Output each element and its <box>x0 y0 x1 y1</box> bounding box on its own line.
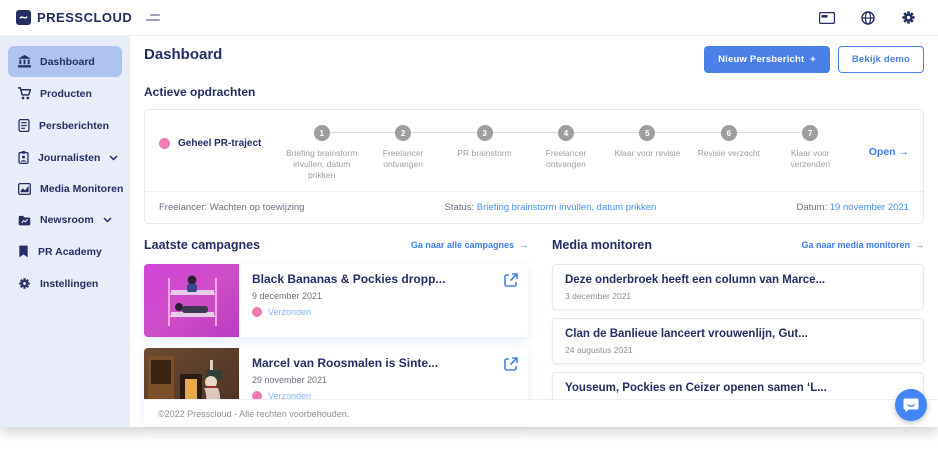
status-dot <box>252 307 262 317</box>
footer: ©2022 Presscloud - Alle rechten voorbeho… <box>144 399 938 427</box>
assignment-status: Status: Briefing brainstorm invullen, da… <box>304 202 796 213</box>
section-title-active-assignments: Actieve opdrachten <box>144 85 924 99</box>
step-7: 7 Klaar voor verzenden <box>770 124 851 181</box>
chat-launcher-button[interactable] <box>895 389 927 421</box>
menu-toggle-icon[interactable] <box>146 14 160 21</box>
top-navbar: PRESSCLOUD <box>0 0 938 36</box>
chevron-down-icon <box>103 217 112 223</box>
sidebar-item-producten[interactable]: Producten <box>8 78 122 109</box>
step-circle: 2 <box>395 125 411 141</box>
campaign-date: 29 november 2021 <box>252 375 518 385</box>
sidebar-item-label: Dashboard <box>40 56 95 68</box>
campaign-thumbnail <box>144 264 239 337</box>
bookmark-icon <box>18 245 29 258</box>
media-item-date: 24 augustus 2021 <box>565 345 911 355</box>
settings-gear-icon[interactable] <box>901 10 916 25</box>
project-label-group: Geheel PR-traject <box>159 138 281 149</box>
media-item-date: 3 december 2021 <box>565 291 911 301</box>
sidebar-item-label: PR Academy <box>38 246 102 258</box>
assignment-date: Datum: 19 november 2021 <box>797 202 910 213</box>
arrow-right-icon: → <box>899 146 910 158</box>
bank-icon <box>18 55 31 68</box>
status-value[interactable]: Briefing brainstorm invullen, datum prik… <box>477 202 657 213</box>
media-monitor-link[interactable]: Ga naar media monitoren → <box>801 240 924 250</box>
billing-card-icon[interactable] <box>819 12 835 24</box>
globe-icon[interactable] <box>861 11 875 25</box>
sidebar-item-label: Journalisten <box>38 152 100 164</box>
sidebar-item-label: Newsroom <box>40 214 94 226</box>
view-demo-button[interactable]: Bekijk demo <box>838 46 924 73</box>
media-item[interactable]: Deze onderbroek heeft een column van Mar… <box>552 264 924 310</box>
app-window: PRESSCLOUD Dashboard Producten <box>0 0 938 427</box>
campaign-title: Black Bananas & Pockies dropp... <box>252 272 518 286</box>
copyright-text: ©2022 Presscloud - Alle rechten voorbeho… <box>158 409 349 419</box>
sidebar: Dashboard Producten Journalisten Persber… <box>0 36 130 427</box>
open-assignment-link[interactable]: Open → <box>851 146 909 158</box>
campaign-status: Verzonden <box>268 307 311 317</box>
main-content: Dashboard Nieuw Persbericht + Bekijk dem… <box>130 36 938 427</box>
step-circle: 3 <box>477 125 493 141</box>
plus-icon: + <box>810 54 816 65</box>
date-value: 19 november 2021 <box>830 202 909 213</box>
sidebar-item-dashboard[interactable]: Dashboard <box>8 46 122 77</box>
media-item-title: Deze onderbroek heeft een column van Mar… <box>565 274 911 286</box>
arrow-right-icon: → <box>915 240 924 250</box>
brand-name: PRESSCLOUD <box>37 10 132 25</box>
active-assignment-card: Geheel PR-traject 1 Briefing brainstorm … <box>144 109 924 224</box>
presscloud-logo-icon <box>16 10 31 25</box>
sidebar-item-newsroom[interactable]: Newsroom <box>8 205 122 235</box>
gear-icon <box>18 277 31 290</box>
media-item-title: Clan de Banlieue lanceert vrouwenlijn, G… <box>565 328 911 340</box>
arrow-right-icon: → <box>519 240 528 250</box>
media-item[interactable]: Clan de Banlieue lanceert vrouwenlijn, G… <box>552 318 924 364</box>
step-circle: 1 <box>314 125 330 141</box>
progress-stepper: 1 Briefing brainstorm invullen, datum pr… <box>281 124 851 181</box>
sidebar-item-journalisten[interactable]: Journalisten <box>8 142 122 173</box>
sidebar-item-label: Persberichten <box>39 120 109 132</box>
sidebar-item-label: Producten <box>40 88 92 100</box>
open-external-icon[interactable] <box>504 357 518 376</box>
freelancer-status: Freelancer: Wachten op toewijzing <box>159 202 304 213</box>
folder-icon <box>18 215 31 226</box>
document-icon <box>18 119 30 132</box>
campaign-title: Marcel van Roosmalen is Sinte... <box>252 356 518 370</box>
badge-icon <box>18 151 29 164</box>
step-circle: 4 <box>558 125 574 141</box>
sidebar-item-instellingen[interactable]: Instellingen <box>8 268 122 299</box>
section-title-media-monitor: Media monitoren <box>552 238 652 252</box>
step-circle: 6 <box>721 125 737 141</box>
new-press-release-button[interactable]: Nieuw Persbericht + <box>704 46 830 73</box>
sidebar-item-pr-academy[interactable]: PR Academy <box>8 236 122 267</box>
campaign-card[interactable]: Black Bananas & Pockies dropp... 9 decem… <box>144 264 528 337</box>
brand-logo[interactable]: PRESSCLOUD <box>16 10 132 25</box>
project-label: Geheel PR-traject <box>178 138 261 149</box>
all-campaigns-link[interactable]: Ga naar alle campagnes → <box>411 240 528 250</box>
campaign-date: 9 december 2021 <box>252 291 518 301</box>
sidebar-item-label: Instellingen <box>40 278 98 290</box>
sidebar-item-label: Media Monitoren <box>40 183 123 195</box>
sidebar-item-persberichten[interactable]: Journalisten Persberichten <box>8 110 122 141</box>
chat-bubble-icon <box>903 397 919 413</box>
sidebar-item-media-monitoren[interactable]: Media Monitoren <box>8 174 122 204</box>
status-dot <box>159 138 170 149</box>
page-title: Dashboard <box>144 46 222 63</box>
step-circle: 5 <box>639 125 655 141</box>
cart-icon <box>18 87 31 100</box>
assignment-meta-row: Freelancer: Wachten op toewijzing Status… <box>145 191 923 223</box>
chart-icon <box>18 183 31 195</box>
open-external-icon[interactable] <box>504 273 518 292</box>
step-circle: 7 <box>802 125 818 141</box>
section-title-campaigns: Laatste campagnes <box>144 238 260 252</box>
chevron-down-icon <box>109 155 118 161</box>
media-item-title: Youseum, Pockies en Ceizer openen samen … <box>565 382 911 394</box>
